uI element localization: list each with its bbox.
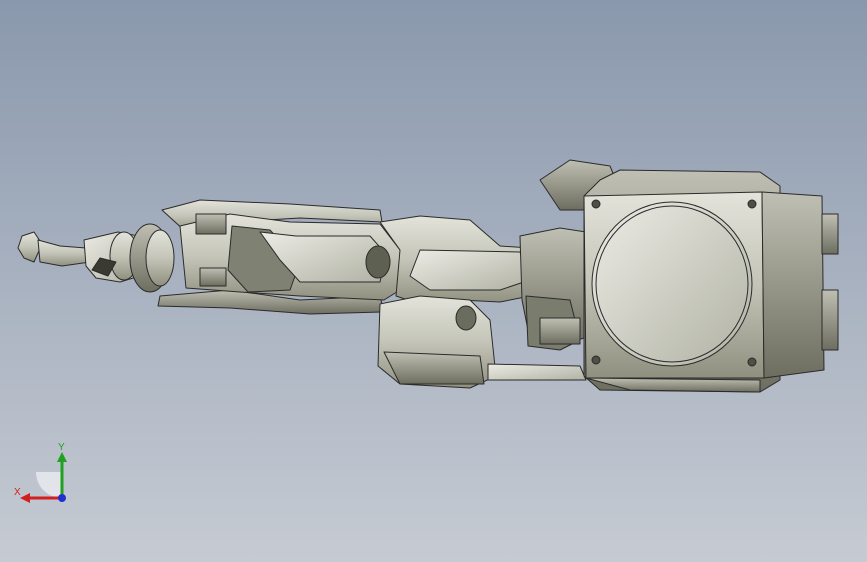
y-axis-arrow-head: [57, 452, 67, 462]
xy-plane-quadrant: [36, 472, 62, 498]
model-viewport[interactable]: [0, 0, 867, 562]
x-axis-label: X: [14, 487, 21, 498]
z-axis-indicator: [58, 494, 66, 502]
robot-arm-model[interactable]: [17, 159, 839, 393]
coordinate-triad: Y X: [14, 442, 67, 503]
x-axis-arrow-head: [20, 493, 30, 503]
base-housing[interactable]: [583, 169, 839, 393]
y-axis-label: Y: [58, 442, 65, 453]
wrist-link[interactable]: [157, 199, 401, 315]
end-effector[interactable]: [17, 223, 175, 293]
